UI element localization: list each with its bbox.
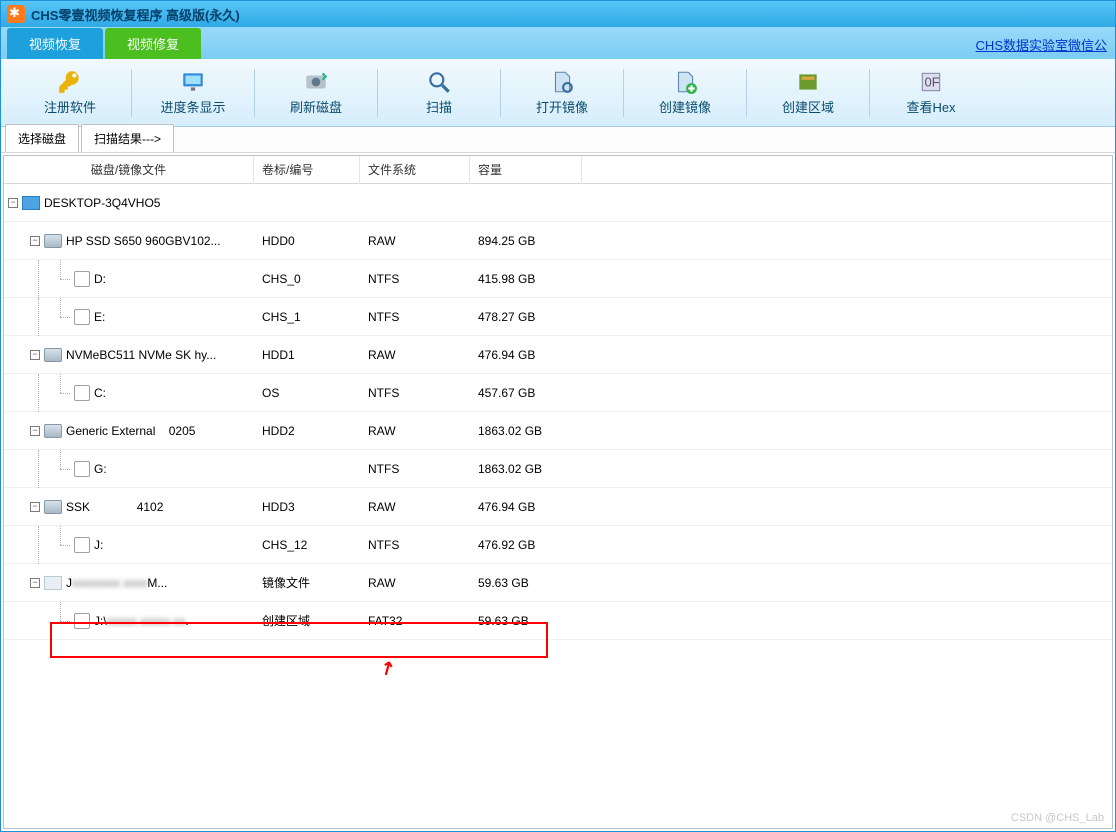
region-row[interactable]: J:\xxxxx xxxxx xx. 创建区域 FAT32 59.63 GB (4, 602, 1112, 640)
register-button[interactable]: 注册软件 (11, 61, 129, 123)
checkbox-icon[interactable] (74, 613, 90, 629)
partition-row[interactable]: C: OS NTFS 457.67 GB (4, 374, 1112, 412)
image-row[interactable]: −Jxxxxxxxx xxxxM... 镜像文件 RAW 59.63 GB (4, 564, 1112, 602)
disk-icon (44, 348, 62, 362)
collapse-icon[interactable]: − (30, 502, 40, 512)
collapse-icon[interactable]: − (30, 236, 40, 246)
magnifier-icon (426, 69, 452, 95)
redacted-text: xxxxx xxxxx xx (107, 614, 186, 628)
titlebar: CHS零壹视频恢复程序 高级版(永久) (1, 1, 1115, 27)
col-size[interactable]: 容量 (470, 156, 582, 184)
tab-select-disk[interactable]: 选择磁盘 (5, 124, 79, 152)
redacted-text: xxxxxxxx xxxx (72, 576, 147, 590)
tree-root[interactable]: −DESKTOP-3Q4VHO5 (4, 184, 1112, 222)
app-logo-icon (7, 5, 25, 23)
partition-row[interactable]: D: CHS_0 NTFS 415.98 GB (4, 260, 1112, 298)
disk-icon (44, 424, 62, 438)
wechat-link[interactable]: CHS数据实验室微信公 (976, 35, 1107, 54)
collapse-icon[interactable]: − (30, 350, 40, 360)
disk-row[interactable]: −HP SSD S650 960GBV102... HDD0 RAW 894.2… (4, 222, 1112, 260)
create-image-icon (672, 69, 698, 95)
disk-refresh-icon (303, 69, 329, 95)
checkbox-icon[interactable] (74, 461, 90, 477)
open-image-button[interactable]: 打开镜像 (503, 61, 621, 123)
checkbox-icon[interactable] (74, 385, 90, 401)
hex-icon: 0F (918, 69, 944, 95)
tab-video-repair[interactable]: 视频修复 (105, 28, 201, 59)
watermark: CSDN @CHS_Lab (1011, 812, 1104, 824)
svg-text:0F: 0F (925, 74, 940, 89)
mode-tabs: 视频恢复 视频修复 CHS数据实验室微信公 (1, 27, 1115, 59)
window-title: CHS零壹视频恢复程序 高级版(永久) (31, 5, 240, 24)
toolbar: 注册软件 进度条显示 刷新磁盘 扫描 打开镜像 创建镜像 创建区域 0F查看He… (1, 59, 1115, 127)
column-headers: 磁盘/镜像文件 卷标/编号 文件系统 容量 (4, 156, 1112, 184)
col-label[interactable]: 卷标/编号 (254, 156, 360, 184)
partition-row[interactable]: J: CHS_12 NTFS 476.92 GB (4, 526, 1112, 564)
image-file-icon (44, 576, 62, 590)
region-icon (795, 69, 821, 95)
computer-icon (22, 196, 40, 210)
checkbox-icon[interactable] (74, 537, 90, 553)
create-image-button[interactable]: 创建镜像 (626, 61, 744, 123)
tree-rows: −DESKTOP-3Q4VHO5 −HP SSD S650 960GBV102.… (4, 184, 1112, 828)
partition-row[interactable]: E: CHS_1 NTFS 478.27 GB (4, 298, 1112, 336)
view-hex-button[interactable]: 0F查看Hex (872, 61, 990, 123)
disk-row[interactable]: −NVMeBC511 NVMe SK hy... HDD1 RAW 476.94… (4, 336, 1112, 374)
key-icon (57, 69, 83, 95)
partition-row[interactable]: G: NTFS 1863.02 GB (4, 450, 1112, 488)
scan-button[interactable]: 扫描 (380, 61, 498, 123)
collapse-icon[interactable]: − (30, 426, 40, 436)
tab-video-recover[interactable]: 视频恢复 (7, 28, 103, 59)
monitor-icon (180, 69, 206, 95)
progress-button[interactable]: 进度条显示 (134, 61, 252, 123)
refresh-disk-button[interactable]: 刷新磁盘 (257, 61, 375, 123)
tab-scan-results[interactable]: 扫描结果---> (81, 124, 174, 152)
col-fs[interactable]: 文件系统 (360, 156, 470, 184)
col-name[interactable]: 磁盘/镜像文件 (4, 156, 254, 184)
arrow-annotation: ↗ (376, 656, 400, 682)
disk-icon (44, 500, 62, 514)
panel-tabs: 选择磁盘 扫描结果---> (1, 127, 1115, 153)
checkbox-icon[interactable] (74, 271, 90, 287)
collapse-icon[interactable]: − (30, 578, 40, 588)
checkbox-icon[interactable] (74, 309, 90, 325)
open-image-icon (549, 69, 575, 95)
disk-row[interactable]: −Generic External 0205 HDD2 RAW 1863.02 … (4, 412, 1112, 450)
disk-icon (44, 234, 62, 248)
create-region-button[interactable]: 创建区域 (749, 61, 867, 123)
collapse-icon[interactable]: − (8, 198, 18, 208)
disk-list-panel: 磁盘/镜像文件 卷标/编号 文件系统 容量 −DESKTOP-3Q4VHO5 −… (3, 155, 1113, 829)
disk-row[interactable]: −SSK 4102 HDD3 RAW 476.94 GB (4, 488, 1112, 526)
